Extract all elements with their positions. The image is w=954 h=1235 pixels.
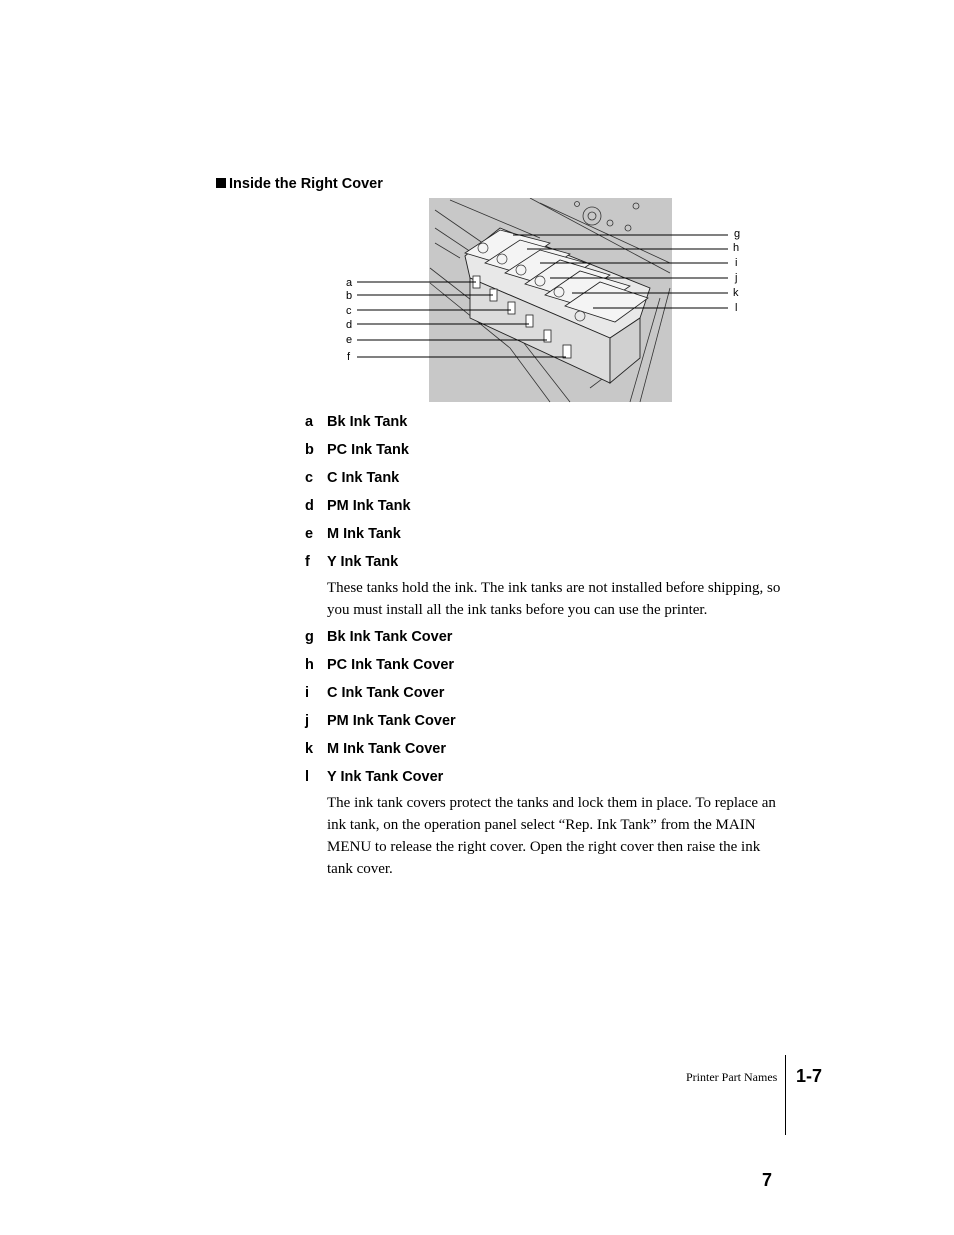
list-item-cover-k: k M Ink Tank Cover: [305, 741, 446, 757]
item-letter: l: [305, 769, 310, 785]
item-label: PC Ink Tank: [327, 442, 409, 458]
footer-divider: [785, 1055, 786, 1135]
item-label: M Ink Tank Cover: [327, 741, 446, 757]
item-label: PC Ink Tank Cover: [327, 657, 455, 673]
black-square-bullet-icon: [216, 178, 226, 188]
list-item-cover-i: i C Ink Tank Cover: [305, 685, 444, 701]
item-letter: a: [305, 414, 314, 430]
callout-d: d: [346, 319, 352, 331]
callout-b: b: [346, 290, 352, 302]
ink-tank-figure: a b c d e f g h i j k l: [340, 198, 750, 403]
callout-e: e: [346, 334, 352, 346]
list-item-tank-d: d PM Ink Tank: [305, 498, 411, 514]
item-letter: e: [305, 526, 314, 542]
page-number: 7: [762, 1170, 773, 1190]
item-label: C Ink Tank: [327, 470, 400, 486]
callout-h: h: [733, 242, 739, 254]
covers-description: The ink tank covers protect the tanks an…: [327, 795, 776, 877]
callout-i: i: [735, 257, 737, 269]
item-label: Bk Ink Tank: [327, 414, 408, 430]
ink-tank-illustration: a b c d e f g h i j k l: [346, 198, 740, 403]
callout-l: l: [735, 302, 737, 314]
callout-c: c: [346, 305, 352, 317]
item-label: M Ink Tank: [327, 526, 401, 542]
list-item-cover-h: h PC Ink Tank Cover: [305, 657, 454, 673]
item-letter: b: [305, 442, 314, 458]
section-heading-text: Inside the Right Cover: [229, 176, 383, 192]
item-letter: k: [305, 741, 314, 757]
item-label: Bk Ink Tank Cover: [327, 629, 453, 645]
list-item-tank-b: b PC Ink Tank: [305, 442, 409, 458]
footer-section-name: Printer Part Names: [686, 1070, 778, 1084]
left-callout-labels: a b c d e f: [346, 277, 353, 363]
tanks-description: These tanks hold the ink. The ink tanks …: [327, 580, 781, 618]
item-label: PM Ink Tank Cover: [327, 713, 456, 729]
list-item-tank-c: c C Ink Tank: [305, 470, 399, 486]
item-letter: c: [305, 470, 314, 486]
callout-g: g: [734, 228, 740, 240]
callout-k: k: [733, 287, 739, 299]
item-letter: d: [305, 498, 314, 514]
item-label: Y Ink Tank Cover: [327, 769, 444, 785]
list-item-tank-e: e M Ink Tank: [305, 526, 401, 542]
item-letter: i: [305, 685, 310, 701]
callout-j: j: [734, 272, 737, 284]
list-item-cover-l: l Y Ink Tank Cover: [305, 769, 443, 785]
item-letter: f: [305, 554, 310, 570]
list-item-cover-j: j PM Ink Tank Cover: [305, 713, 456, 729]
footer-chapter-page: 1-7: [796, 1066, 823, 1086]
list-item-tank-a: a Bk Ink Tank: [305, 414, 407, 430]
item-label: PM Ink Tank: [327, 498, 411, 514]
item-letter: j: [305, 713, 310, 729]
section-heading: Inside the Right Cover: [216, 176, 383, 192]
item-label: Y Ink Tank: [327, 554, 399, 570]
item-letter: h: [305, 657, 314, 673]
right-callout-labels: g h i j k l: [733, 228, 740, 314]
list-item-tank-f: f Y Ink Tank: [305, 554, 398, 570]
item-letter: g: [305, 629, 314, 645]
list-item-cover-g: g Bk Ink Tank Cover: [305, 629, 452, 645]
item-label: C Ink Tank Cover: [327, 685, 445, 701]
callout-a: a: [346, 277, 353, 289]
callout-f: f: [347, 351, 351, 363]
